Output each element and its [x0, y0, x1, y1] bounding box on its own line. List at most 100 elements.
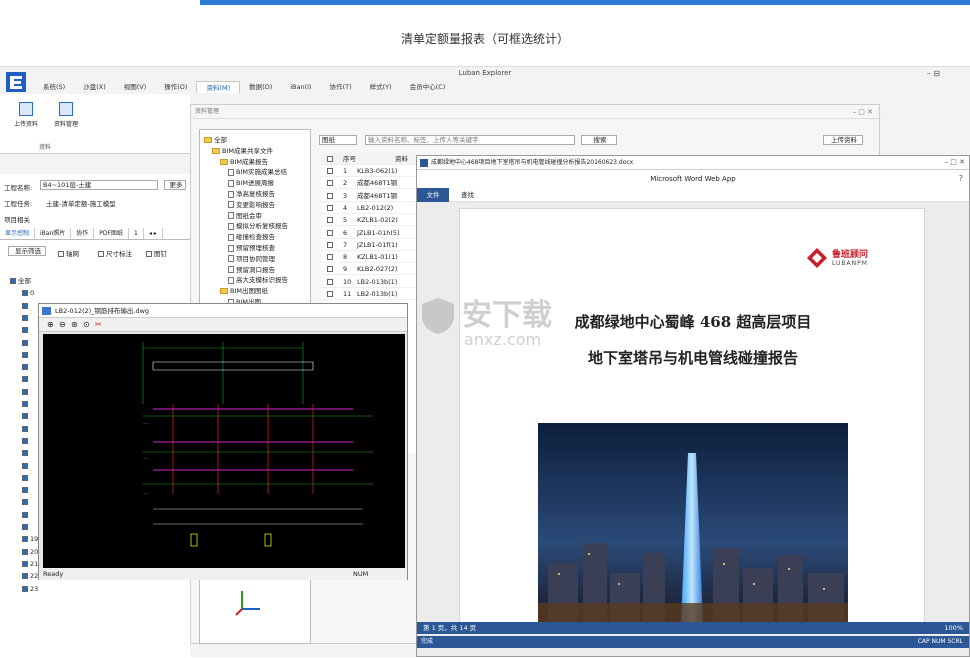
floor-tree-item[interactable]: [22, 411, 30, 421]
help-icon[interactable]: ?: [959, 174, 963, 183]
resource-tree-item[interactable]: 图纸会审: [228, 210, 262, 220]
floor-tree-item[interactable]: [22, 461, 30, 471]
row-checkbox[interactable]: [327, 278, 333, 285]
zoom-in-icon[interactable]: ⊕: [47, 320, 54, 329]
resource-tree-item[interactable]: 模拟分析复核报告: [228, 220, 288, 230]
table-row[interactable]: 11 LB2-013b(1): [321, 288, 421, 300]
floor-tree-item[interactable]: 19: [22, 534, 38, 544]
search-button[interactable]: 搜索: [581, 135, 617, 145]
zoom-out-icon[interactable]: ⊖: [59, 320, 66, 329]
filter-button[interactable]: 显示筛选: [8, 246, 46, 256]
row-checkbox[interactable]: [327, 217, 333, 224]
resource-tree-item[interactable]: BIM实施成果总结: [228, 166, 287, 176]
floor-tree-item[interactable]: [22, 522, 30, 532]
row-checkbox[interactable]: [327, 204, 333, 211]
floor-tree-item[interactable]: [22, 350, 30, 360]
zoom-level[interactable]: 100%: [944, 622, 963, 634]
checkbox-icon[interactable]: [22, 585, 28, 592]
checkbox-icon[interactable]: [22, 413, 28, 420]
checkbox-icon[interactable]: [22, 560, 28, 567]
menu-8[interactable]: 样式(Y): [361, 81, 401, 93]
menu-0[interactable]: 系统(S): [34, 81, 74, 93]
row-checkbox[interactable]: [327, 241, 333, 248]
checkbox-icon[interactable]: [22, 425, 28, 432]
checkbox-icon[interactable]: [22, 573, 28, 580]
check-grid[interactable]: 轴网: [58, 248, 79, 258]
floor-tree-item[interactable]: [22, 374, 30, 384]
category-dropdown[interactable]: 图纸: [319, 135, 357, 145]
left-tab-0[interactable]: 显示控制: [0, 228, 36, 239]
table-row[interactable]: 3 成都468T1钢: [321, 190, 421, 202]
zoom-window-icon[interactable]: ⊛: [71, 320, 78, 329]
checkbox-icon[interactable]: [22, 437, 28, 444]
word-window-controls[interactable]: – □ ✕: [945, 158, 965, 166]
more-button[interactable]: 更多: [164, 180, 186, 190]
left-tab-3[interactable]: PDF图纸: [94, 228, 129, 239]
row-checkbox[interactable]: [327, 229, 333, 236]
floor-tree-item[interactable]: [22, 497, 30, 507]
left-tab-2[interactable]: 协作: [71, 228, 95, 239]
floor-tree-item[interactable]: [22, 448, 30, 458]
upload-button[interactable]: 上传资料: [823, 135, 863, 145]
resource-tree-item[interactable]: 碰撞检查报告: [228, 231, 275, 241]
floor-tree-item[interactable]: [22, 362, 30, 372]
floor-tree-item[interactable]: [22, 424, 30, 434]
checkbox-icon[interactable]: [22, 388, 28, 395]
menu-9[interactable]: 会员中心(C): [401, 81, 455, 93]
left-tab-5[interactable]: ◂ ▸: [144, 228, 163, 239]
table-row[interactable]: 10 LB2-013b(1): [321, 276, 421, 288]
row-checkbox[interactable]: [327, 291, 333, 297]
floor-tree-item[interactable]: [22, 510, 30, 520]
row-checkbox[interactable]: [327, 168, 333, 174]
row-checkbox[interactable]: [327, 254, 333, 261]
row-checkbox[interactable]: [327, 192, 333, 199]
checkbox-icon[interactable]: [22, 474, 28, 481]
floor-tree-item[interactable]: [22, 436, 30, 446]
resource-search-input[interactable]: [365, 135, 575, 145]
resource-tree-item[interactable]: 变更影响报告: [228, 199, 275, 209]
resource-tree-item[interactable]: 全部: [204, 134, 227, 144]
resource-manage-button[interactable]: 资料管理: [48, 102, 84, 128]
checkbox-icon[interactable]: [22, 499, 28, 506]
menu-4[interactable]: 资料(M): [196, 81, 241, 93]
check-dim[interactable]: 尺寸标注: [98, 248, 132, 258]
resource-tree-item[interactable]: BIM进展周报: [228, 177, 274, 187]
check-pin[interactable]: 图钉: [146, 248, 167, 258]
menu-6[interactable]: iBan(I): [281, 81, 320, 93]
row-checkbox[interactable]: [327, 180, 333, 187]
floor-tree-item[interactable]: [22, 485, 30, 495]
floor-tree-item[interactable]: 全部: [10, 276, 31, 286]
floor-tree-item[interactable]: 21: [22, 559, 38, 569]
checkbox-icon[interactable]: [22, 364, 28, 371]
checkbox-icon[interactable]: [22, 351, 28, 358]
upload-resource-button[interactable]: 上传资料: [8, 102, 44, 128]
menu-5[interactable]: 数据(D): [240, 81, 281, 93]
menu-3[interactable]: 操作(O): [155, 81, 196, 93]
checkbox-icon[interactable]: [22, 450, 28, 457]
floor-tree-item[interactable]: 20: [22, 547, 38, 557]
floor-tree-item[interactable]: [22, 338, 30, 348]
table-row[interactable]: 1 KLB3-062(1): [321, 165, 421, 177]
resource-tree-item[interactable]: 预留预埋核查: [228, 242, 275, 252]
table-row[interactable]: 7 JZLB1-01f(1): [321, 239, 421, 251]
left-tab-1[interactable]: iBan照片: [35, 228, 72, 239]
resource-window-controls[interactable]: – □ ✕: [853, 108, 873, 116]
table-row[interactable]: 4 LB2-012(2): [321, 202, 421, 214]
resource-tree-item[interactable]: 净高复核报告: [228, 188, 275, 198]
checkbox-icon[interactable]: [22, 302, 28, 309]
checkbox-icon[interactable]: [22, 339, 28, 346]
resource-tree-item[interactable]: BIM出图图纸: [220, 285, 268, 295]
checkbox-icon[interactable]: [22, 376, 28, 383]
menu-7[interactable]: 协作(T): [321, 81, 361, 93]
resource-tree-item[interactable]: 项目协同管理: [228, 253, 275, 263]
tools-icon[interactable]: ✂: [95, 320, 102, 329]
row-checkbox[interactable]: [327, 266, 333, 273]
resource-tree-item[interactable]: 预留洞口报告: [228, 264, 275, 274]
floor-tree-item[interactable]: 0: [22, 288, 34, 298]
related-label[interactable]: 项目相关: [4, 214, 30, 224]
word-file-menu[interactable]: 文件: [417, 188, 449, 202]
resource-tree-item[interactable]: BIM成果共享文件: [212, 145, 273, 155]
table-row[interactable]: 2 成都468T1钢: [321, 177, 421, 190]
resource-tree-item[interactable]: 高大支模标识报告: [228, 274, 288, 284]
checkbox-icon[interactable]: [22, 524, 28, 530]
